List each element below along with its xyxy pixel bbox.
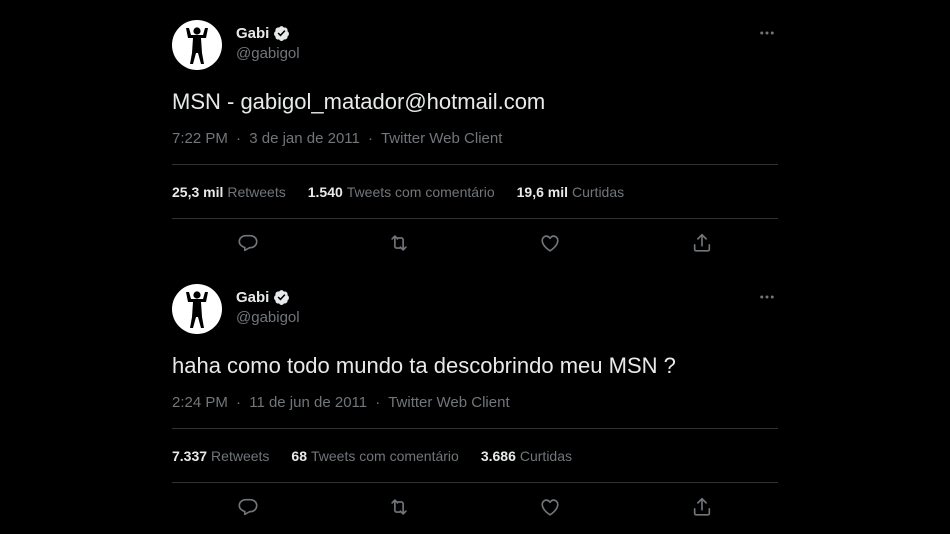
likes-stat[interactable]: 19,6 mil Curtidas	[517, 184, 625, 200]
author-handle[interactable]: @gabigol	[236, 309, 300, 326]
author-names: Gabi @gabigol	[236, 24, 300, 63]
tweet: Gabi @gabigol haha como todo mundo ta de…	[172, 284, 778, 533]
display-name-text: Gabi	[236, 288, 270, 306]
reply-icon	[238, 234, 258, 252]
author-names: Gabi @gabigol	[236, 288, 300, 327]
tweet-client[interactable]: Twitter Web Client	[381, 130, 502, 147]
verified-badge-icon	[273, 289, 290, 306]
more-options-icon	[760, 31, 774, 35]
stat-label: Retweets	[227, 183, 286, 200]
avatar-silhouette-icon	[186, 291, 208, 328]
reply-icon	[238, 498, 258, 516]
heart-icon	[541, 235, 559, 252]
heart-icon	[541, 499, 559, 516]
share-icon	[693, 233, 711, 252]
tweet-client[interactable]: Twitter Web Client	[388, 394, 509, 411]
more-options-icon	[760, 295, 774, 299]
tweet-stats: 25,3 mil Retweets 1.540 Tweets com comen…	[172, 165, 778, 218]
tweet-text: MSN - gabigol_matador@hotmail.com	[172, 89, 546, 114]
like-button[interactable]	[539, 232, 563, 256]
tweet: Gabi @gabigol MSN - gabigol_matador@hotm…	[172, 20, 778, 269]
likes-stat[interactable]: 3.686 Curtidas	[481, 448, 572, 464]
verified-badge-icon	[273, 25, 290, 42]
stat-label: Curtidas	[572, 183, 625, 200]
stat-label: Curtidas	[519, 447, 573, 464]
stat-label: Tweets com comentário	[346, 183, 495, 200]
retweet-icon	[391, 499, 407, 515]
tweet-date[interactable]: 11 de jun de 2011	[249, 394, 367, 411]
tweet-header: Gabi @gabigol	[172, 20, 778, 70]
reply-button[interactable]	[237, 232, 261, 256]
share-icon	[693, 497, 711, 516]
stat-number: 7.337	[172, 447, 208, 464]
stat-label: Tweets com comentário	[310, 447, 459, 464]
meta-separator: ·	[368, 130, 374, 147]
author-display-name[interactable]: Gabi	[236, 24, 300, 42]
avatar-silhouette-icon	[186, 27, 208, 64]
tweet-thread: Gabi @gabigol MSN - gabigol_matador@hotm…	[0, 0, 950, 534]
stat-number: 3.686	[480, 447, 516, 464]
author-display-name[interactable]: Gabi	[236, 288, 300, 306]
meta-separator: ·	[236, 394, 242, 411]
meta-separator: ·	[375, 394, 381, 411]
stat-number: 19,6 mil	[516, 183, 568, 200]
avatar[interactable]	[172, 284, 222, 334]
quote-tweets-stat[interactable]: 68 Tweets com comentário	[291, 448, 458, 464]
retweet-button[interactable]	[388, 232, 412, 256]
stat-number: 1.540	[307, 183, 343, 200]
share-button[interactable]	[691, 232, 715, 256]
meta-separator: ·	[236, 130, 242, 147]
tweet-actions	[172, 219, 778, 269]
tweet-header: Gabi @gabigol	[172, 284, 778, 334]
display-name-text: Gabi	[236, 24, 270, 42]
tweet-text: haha como todo mundo ta descobrindo meu …	[172, 353, 676, 378]
retweet-icon	[391, 235, 407, 251]
tweet-meta: 7:22 PM · 3 de jan de 2011 · Twitter Web…	[172, 130, 778, 150]
author-handle[interactable]: @gabigol	[236, 45, 300, 62]
tweet-date[interactable]: 3 de jan de 2011	[249, 130, 360, 147]
retweets-stat[interactable]: 7.337 Retweets	[172, 448, 269, 464]
retweet-button[interactable]	[388, 496, 412, 520]
stat-label: Retweets	[211, 447, 270, 464]
tweet-time[interactable]: 7:22 PM	[172, 130, 228, 147]
tweet-meta: 2:24 PM · 11 de jun de 2011 · Twitter We…	[172, 394, 778, 414]
more-options-button[interactable]	[756, 22, 778, 44]
share-button[interactable]	[691, 496, 715, 520]
reply-button[interactable]	[237, 496, 261, 520]
stat-number: 68	[291, 447, 307, 464]
tweet-time[interactable]: 2:24 PM	[172, 394, 228, 411]
tweet-actions	[172, 483, 778, 533]
tweet-stats: 7.337 Retweets 68 Tweets com comentário …	[172, 429, 778, 482]
stat-number: 25,3 mil	[172, 183, 224, 200]
like-button[interactable]	[539, 496, 563, 520]
retweets-stat[interactable]: 25,3 mil Retweets	[172, 184, 286, 200]
quote-tweets-stat[interactable]: 1.540 Tweets com comentário	[308, 184, 495, 200]
avatar[interactable]	[172, 20, 222, 70]
more-options-button[interactable]	[756, 286, 778, 308]
